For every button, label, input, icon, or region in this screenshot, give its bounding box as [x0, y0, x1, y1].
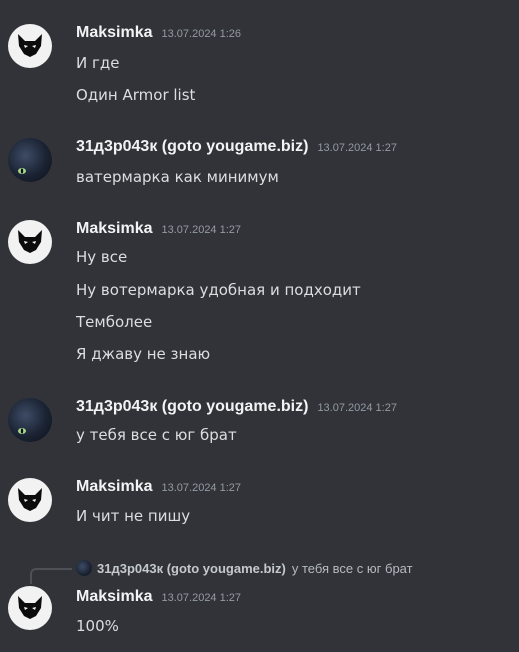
- message-text: Ну все: [76, 248, 128, 266]
- timestamp: 13.07.2024 1:27: [317, 142, 397, 154]
- username[interactable]: 31д3р043к (goto yougame.biz): [76, 138, 308, 156]
- chat-messages: Maksimka 13.07.2024 1:26 И где Один Armo…: [0, 0, 519, 652]
- avatar[interactable]: [8, 220, 52, 264]
- reply-preview[interactable]: 31д3р043к (goto yougame.biz) у тебя все …: [76, 560, 413, 576]
- reply-connector: [30, 568, 72, 584]
- message-text: ватермарка как минимум: [76, 168, 279, 186]
- username[interactable]: Maksimka: [76, 24, 153, 42]
- timestamp: 13.07.2024 1:27: [161, 224, 242, 236]
- timestamp: 13.07.2024 1:26: [161, 28, 242, 40]
- timestamp: 13.07.2024 1:27: [317, 402, 397, 414]
- message-text: Я джаву не знаю: [76, 345, 211, 363]
- avatar[interactable]: [8, 586, 52, 630]
- username[interactable]: 31д3р043к (goto yougame.biz): [76, 398, 308, 416]
- reply-text[interactable]: у тебя все с юг брат: [292, 561, 413, 576]
- timestamp: 13.07.2024 1:27: [161, 482, 242, 494]
- avatar[interactable]: [8, 398, 52, 442]
- fox-icon: [18, 596, 42, 619]
- message-text: И где: [76, 54, 120, 72]
- fox-icon: [18, 230, 42, 253]
- timestamp: 13.07.2024 1:27: [161, 592, 242, 604]
- cat-icon: [18, 168, 26, 174]
- fox-icon: [18, 488, 42, 511]
- message-text: 100%: [76, 617, 119, 635]
- avatar[interactable]: [8, 138, 52, 182]
- reply-author[interactable]: 31д3р043к (goto yougame.biz): [97, 561, 286, 576]
- message-text: И чит не пишу: [76, 507, 191, 525]
- username[interactable]: Maksimka: [76, 588, 153, 606]
- message-text: Темболее: [76, 313, 153, 331]
- avatar[interactable]: [8, 24, 52, 68]
- message-text: Ну вотермарка удобная и подходит: [76, 281, 361, 299]
- message-text: Один Armor list: [76, 86, 196, 104]
- username[interactable]: Maksimka: [76, 478, 153, 496]
- message-text: у тебя все с юг брат: [76, 426, 237, 444]
- avatar[interactable]: [8, 478, 52, 522]
- fox-icon: [18, 34, 42, 57]
- cat-icon: [18, 428, 26, 434]
- username[interactable]: Maksimka: [76, 220, 153, 238]
- reply-avatar-icon: [76, 560, 92, 576]
